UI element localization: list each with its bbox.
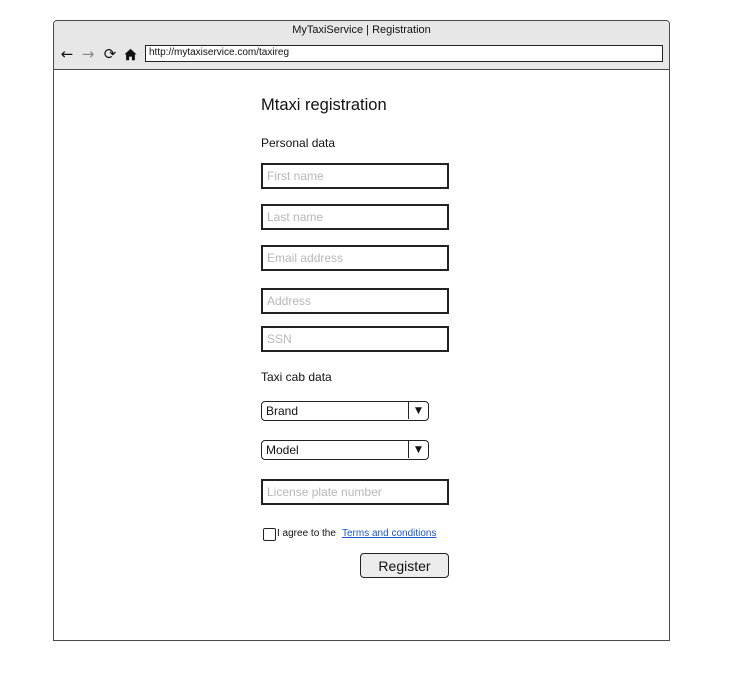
forward-icon[interactable]: → <box>79 45 97 63</box>
taxi-cab-data-label: Taxi cab data <box>261 370 332 384</box>
page-content: Mtaxi registration Personal data First n… <box>54 71 669 640</box>
first-name-input[interactable]: First name <box>261 163 449 189</box>
register-button[interactable]: Register <box>360 553 449 578</box>
personal-data-label: Personal data <box>261 136 336 150</box>
browser-window: MyTaxiService | Registration ← → ⟳ http:… <box>53 20 670 641</box>
address-input[interactable]: Address <box>261 288 449 314</box>
model-select[interactable]: Model ▼ <box>261 440 429 460</box>
reload-icon[interactable]: ⟳ <box>101 45 119 63</box>
back-icon[interactable]: ← <box>58 45 76 63</box>
url-input[interactable]: http://mytaxiservice.com/taxireg <box>145 45 663 62</box>
window-title: MyTaxiService | Registration <box>292 24 431 36</box>
home-icon-glyph <box>124 48 136 60</box>
dropdown-arrow-icon: ▼ <box>408 402 428 419</box>
model-select-value: Model <box>266 443 299 457</box>
page-title: Mtaxi registration <box>261 96 387 114</box>
last-name-input[interactable]: Last name <box>261 204 449 230</box>
dropdown-arrow-icon: ▼ <box>408 441 428 458</box>
terms-checkbox[interactable] <box>263 528 276 541</box>
home-icon[interactable] <box>121 45 139 63</box>
brand-select-value: Brand <box>266 404 299 418</box>
brand-select[interactable]: Brand ▼ <box>261 401 429 421</box>
email-input[interactable]: Email address <box>261 245 449 271</box>
browser-chrome: MyTaxiService | Registration ← → ⟳ http:… <box>54 21 669 70</box>
ssn-input[interactable]: SSN <box>261 326 449 352</box>
license-plate-input[interactable]: License plate number <box>261 479 449 505</box>
terms-link[interactable]: Terms and conditions <box>342 528 437 539</box>
agree-label: I agree to the <box>277 528 336 539</box>
